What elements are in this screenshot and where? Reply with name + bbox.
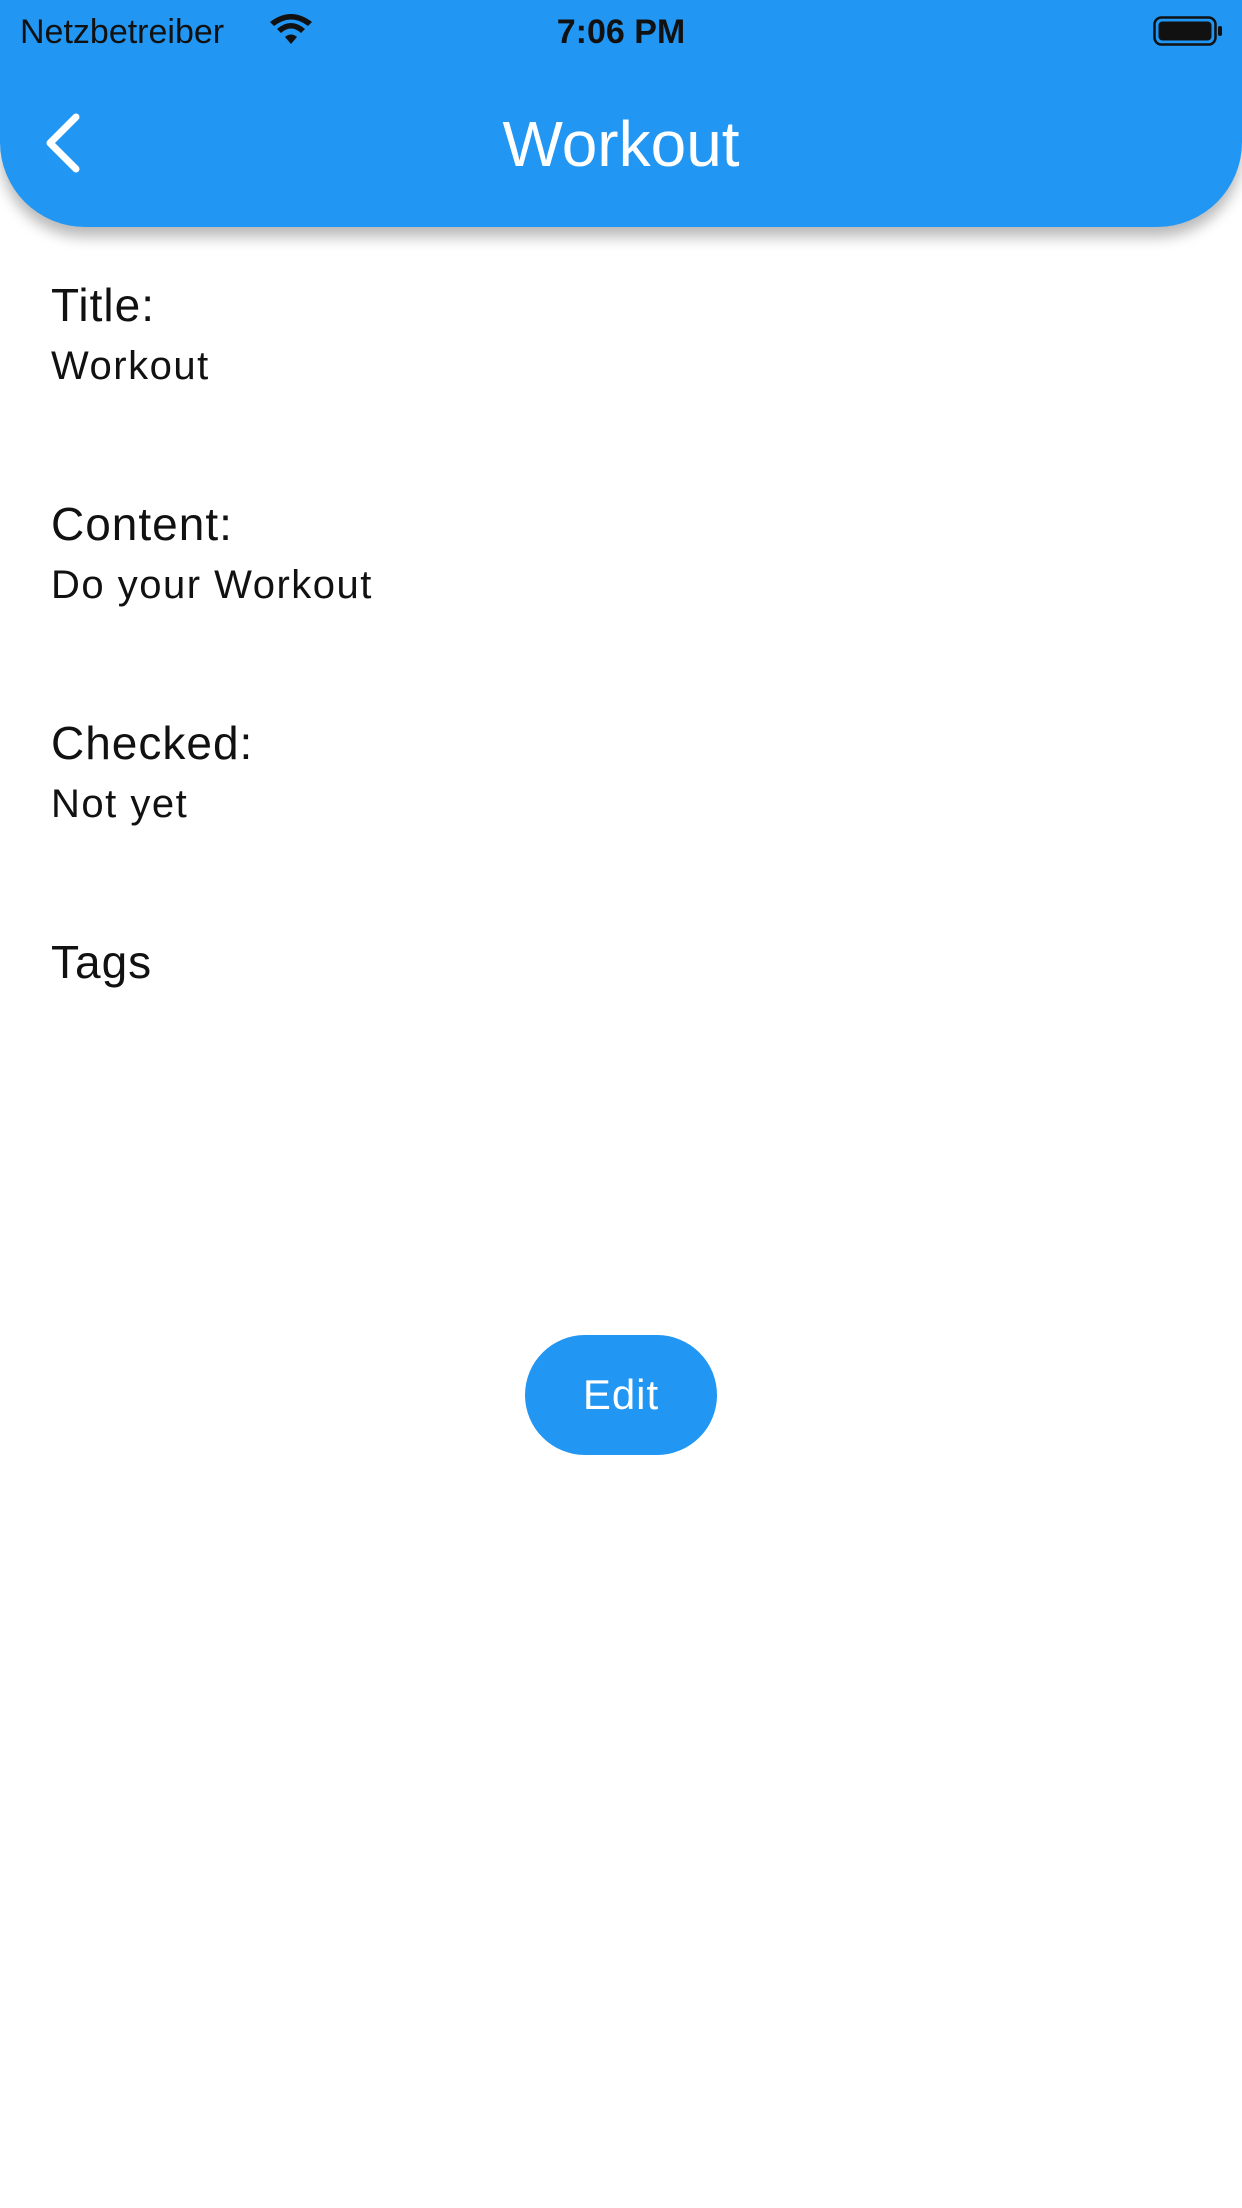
checked-label: Checked: bbox=[51, 717, 254, 769]
page-title: Workout bbox=[502, 108, 740, 180]
checked-field: Checked: Not yet bbox=[51, 714, 253, 832]
content-field: Content: Do your Workout bbox=[51, 495, 373, 613]
title-label: Title: bbox=[51, 279, 155, 331]
app-bar: Netzbetreiber 7:06 PM Workout bbox=[0, 0, 1242, 227]
title-field: Title: Workout bbox=[51, 276, 210, 394]
edit-button[interactable]: Edit bbox=[525, 1335, 717, 1455]
battery-icon bbox=[1153, 14, 1223, 48]
checked-value: Not yet bbox=[51, 782, 189, 826]
status-time: 7:06 PM bbox=[556, 13, 686, 51]
tags-label: Tags bbox=[51, 936, 153, 988]
status-bar: Netzbetreiber 7:06 PM bbox=[0, 0, 1242, 62]
content-label: Content: bbox=[51, 498, 233, 550]
tags-section: Tags bbox=[51, 933, 152, 991]
content-value: Do your Workout bbox=[51, 563, 373, 607]
title-value: Workout bbox=[51, 344, 210, 388]
